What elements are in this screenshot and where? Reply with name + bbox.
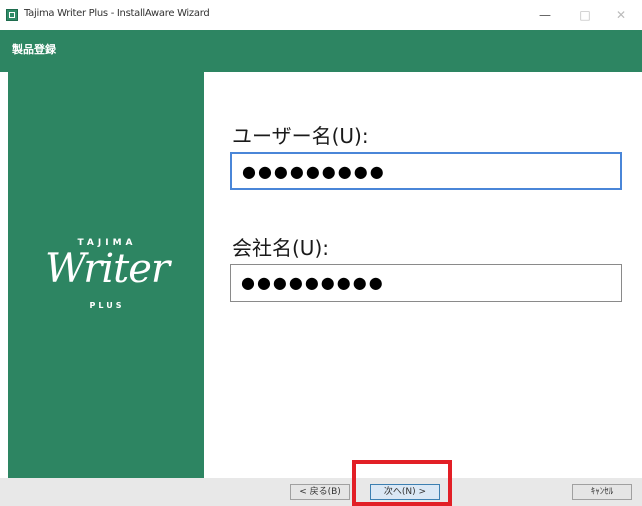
window-title: Tajima Writer Plus - InstallAware Wizard xyxy=(24,8,210,19)
close-button[interactable]: ✕ xyxy=(608,4,634,26)
registration-form: ユーザー名(U): ●●●●●●●●● 会社名(U): ●●●●●●●●● xyxy=(216,100,622,320)
next-button-highlight xyxy=(352,460,452,506)
wizard-header: 製品登録 xyxy=(0,30,642,72)
side-banner: TAJIMA Writer PLUS xyxy=(8,72,204,478)
app-icon xyxy=(6,9,18,21)
back-button[interactable]: < 戻る(B) xyxy=(290,484,350,500)
username-label: ユーザー名(U): xyxy=(232,124,369,148)
company-label: 会社名(U): xyxy=(232,236,329,260)
cancel-button[interactable]: ｷｬﾝｾﾙ xyxy=(572,484,632,500)
logo-bottom-text: PLUS xyxy=(89,301,125,310)
window-titlebar: Tajima Writer Plus - InstallAware Wizard… xyxy=(0,0,642,30)
page-title: 製品登録 xyxy=(12,43,56,56)
minimize-button[interactable]: — xyxy=(532,4,558,26)
maximize-button[interactable]: □ xyxy=(572,4,598,26)
username-field[interactable]: ●●●●●●●●● xyxy=(230,152,622,190)
wizard-footer: < 戻る(B) 次へ(N) > ｷｬﾝｾﾙ xyxy=(0,478,642,506)
logo-script-text: Writer xyxy=(44,246,170,292)
tajima-writer-logo: TAJIMA Writer PLUS xyxy=(22,232,192,342)
company-field[interactable]: ●●●●●●●●● xyxy=(230,264,622,302)
